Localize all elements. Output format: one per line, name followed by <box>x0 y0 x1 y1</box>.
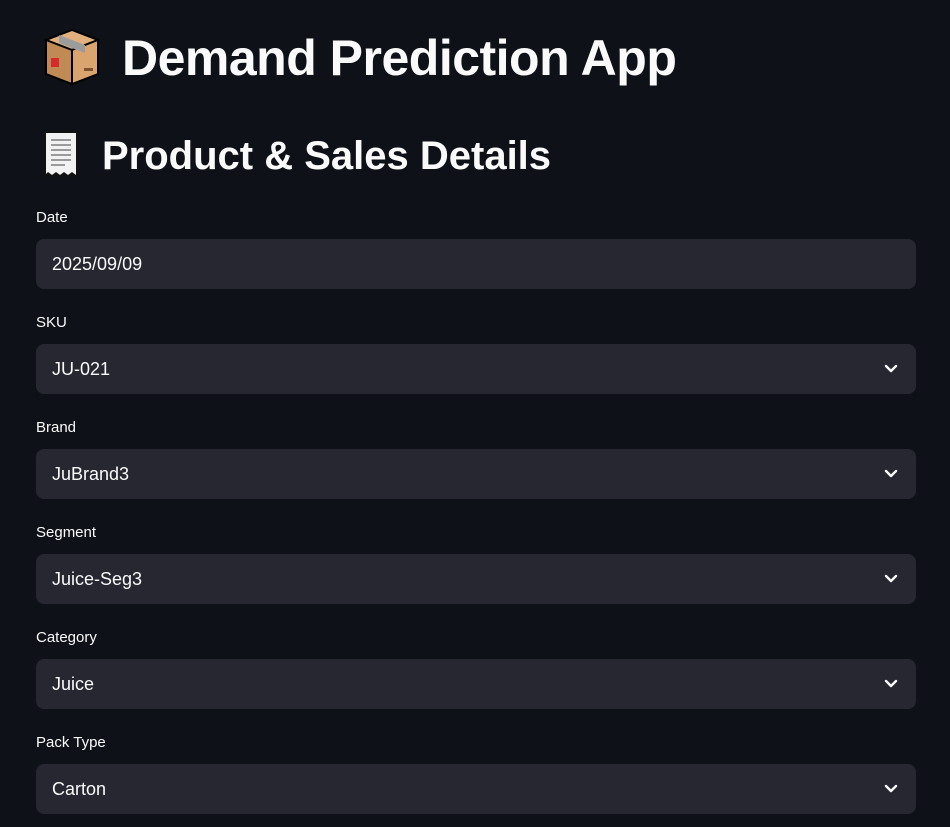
section-title: Product & Sales Details <box>40 128 551 184</box>
brand-selected-value: JuBrand3 <box>52 463 130 484</box>
section-heading: Product & Sales Details <box>102 133 552 178</box>
category-select[interactable]: Juice <box>36 659 916 709</box>
pack-type-selected-value: Carton <box>52 778 107 799</box>
segment-label: Segment <box>36 524 97 541</box>
sku-select[interactable]: JU-021 <box>36 344 916 394</box>
category-selected-value: Juice <box>52 673 95 694</box>
receipt-icon <box>40 129 84 184</box>
brand-select[interactable]: JuBrand3 <box>36 449 916 499</box>
chevron-down-icon[interactable] <box>882 780 900 798</box>
pack-type-select[interactable]: Carton <box>36 764 916 814</box>
brand-label: Brand <box>36 419 77 436</box>
segment-selected-value: Juice-Seg3 <box>52 568 143 589</box>
brand-field: Brand JuBrand3 <box>36 417 916 499</box>
segment-field: Segment Juice-Seg3 <box>36 522 916 604</box>
chevron-down-icon[interactable] <box>882 360 900 378</box>
date-input-container[interactable] <box>36 239 916 289</box>
date-input[interactable] <box>52 253 900 275</box>
date-field: Date <box>36 207 916 289</box>
category-field: Category Juice <box>36 627 916 709</box>
segment-select[interactable]: Juice-Seg3 <box>36 554 916 604</box>
package-icon <box>40 24 104 93</box>
pack-type-label: Pack Type <box>36 734 106 751</box>
sku-label: SKU <box>36 314 67 331</box>
chevron-down-icon[interactable] <box>882 675 900 693</box>
sku-selected-value: JU-021 <box>52 358 111 379</box>
app-title: Demand Prediction App <box>122 30 677 86</box>
date-label: Date <box>36 209 68 226</box>
pack-type-field: Pack Type Carton <box>36 732 916 814</box>
page-title: Demand Prediction App <box>40 24 677 93</box>
chevron-down-icon[interactable] <box>882 570 900 588</box>
chevron-down-icon[interactable] <box>882 465 900 483</box>
category-label: Category <box>36 629 97 646</box>
sku-field: SKU JU-021 <box>36 312 916 394</box>
